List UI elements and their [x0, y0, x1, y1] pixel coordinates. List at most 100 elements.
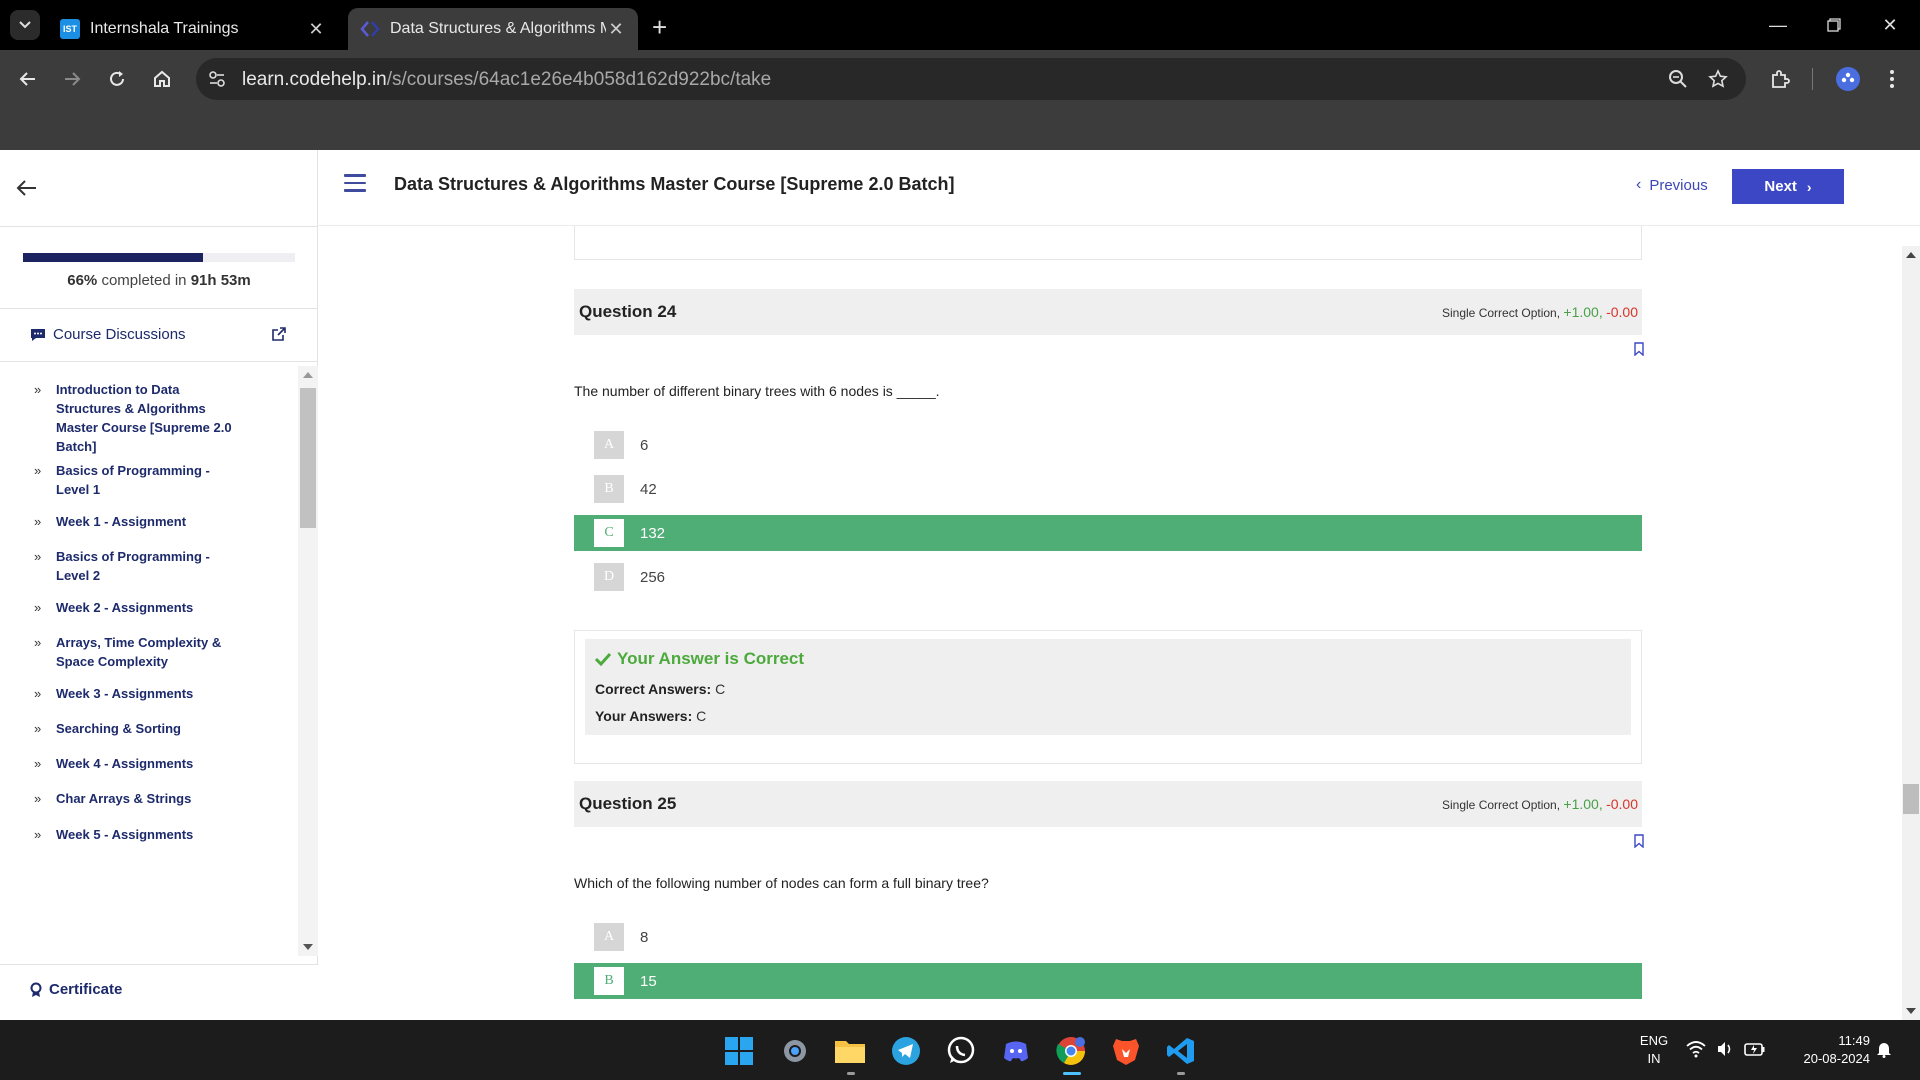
question-meta: Single Correct Option, +1.00, -0.00 [1442, 796, 1638, 812]
sidebar-section-item[interactable]: » Week 3 - Assignments [34, 684, 244, 703]
answer-result-box: Your Answer is Correct Correct Answers: … [574, 630, 1642, 764]
question-text: The number of different binary trees wit… [574, 383, 940, 399]
clock[interactable]: 11:49 20-08-2024 [1780, 1032, 1871, 1068]
external-link-icon[interactable] [270, 325, 288, 343]
sidebar-scrollbar[interactable] [298, 366, 318, 956]
browser-toolbar: learn.codehelp.in/s/courses/64ac1e26e4b0… [0, 50, 1920, 150]
sidebar-section-item[interactable]: » Introduction to Data Structures & Algor… [34, 380, 244, 456]
sidebar-section-item[interactable]: » Week 4 - Assignments [34, 754, 244, 773]
option-c-correct[interactable]: C 132 [574, 515, 1642, 551]
brave-icon[interactable] [1109, 1034, 1143, 1068]
restore-icon[interactable] [1806, 0, 1862, 50]
double-chevron-right-icon: » [34, 514, 42, 529]
double-chevron-right-icon: » [34, 600, 42, 615]
file-explorer-icon[interactable] [833, 1034, 867, 1068]
system-tray[interactable] [1686, 1040, 1766, 1058]
vscode-icon[interactable] [1164, 1034, 1198, 1068]
sidebar-section-item[interactable]: » Char Arrays & Strings [34, 789, 244, 808]
divider [0, 308, 318, 309]
scroll-down-arrow-icon[interactable] [303, 944, 313, 950]
progress-text: 66% completed in 91h 53m [67, 272, 251, 289]
hamburger-menu-icon[interactable] [344, 174, 366, 194]
volume-icon[interactable] [1716, 1040, 1734, 1058]
settings-icon[interactable] [778, 1034, 812, 1068]
chevron-right-icon: › [1806, 178, 1812, 195]
double-chevron-right-icon: » [34, 686, 42, 701]
back-arrow-icon[interactable] [12, 63, 44, 95]
tab-title: Internshala Trainings [90, 20, 239, 37]
new-tab-plus-icon[interactable]: + [652, 12, 667, 43]
address-bar[interactable]: learn.codehelp.in/s/courses/64ac1e26e4b0… [196, 58, 1746, 100]
tab-codehelp[interactable]: Data Structures & Algorithms M ✕ [348, 8, 638, 50]
tab-internshala[interactable]: IST Internshala Trainings ✕ [48, 8, 338, 50]
battery-icon[interactable] [1744, 1040, 1766, 1058]
option-b-correct[interactable]: B 15 [574, 963, 1642, 999]
internshala-favicon-icon: IST [60, 19, 80, 39]
divider [0, 361, 318, 362]
sidebar-section-item[interactable]: » Searching & Sorting [34, 719, 244, 738]
option-b[interactable]: B 42 [574, 471, 1642, 507]
next-button[interactable]: Next › [1732, 169, 1844, 204]
course-discussions-link[interactable]: Course Discussions [30, 326, 186, 343]
sidebar-section-item[interactable]: » Week 1 - Assignment [34, 512, 244, 531]
running-indicator [847, 1072, 855, 1075]
reload-icon[interactable] [101, 63, 133, 95]
url-text: learn.codehelp.in/s/courses/64ac1e26e4b0… [242, 69, 772, 90]
site-settings-icon[interactable] [208, 70, 226, 88]
chevron-left-icon: ‹ [1636, 176, 1642, 193]
zoom-icon[interactable] [1668, 69, 1688, 89]
windows-start-icon[interactable] [722, 1034, 756, 1068]
certificate-icon [30, 982, 42, 997]
sidebar-section-item[interactable]: » Week 2 - Assignments [34, 598, 244, 617]
tab-search-button[interactable] [10, 10, 40, 40]
discord-icon[interactable] [999, 1034, 1033, 1068]
chrome-icon[interactable] [1054, 1034, 1088, 1068]
telegram-icon[interactable] [889, 1034, 923, 1068]
scrollbar-thumb[interactable] [1903, 784, 1919, 814]
content-header: Data Structures & Algorithms Master Cour… [318, 150, 1920, 226]
course-player-page: 66% completed in 91h 53m Course Discussi… [0, 150, 1920, 1020]
certificate-link[interactable]: Certificate [29, 981, 122, 998]
wifi-icon[interactable] [1686, 1040, 1706, 1058]
previous-button[interactable]: ‹ Previous [1636, 176, 1708, 194]
question-meta: Single Correct Option, +1.00, -0.00 [1442, 304, 1638, 320]
home-icon[interactable] [146, 63, 178, 95]
quiz-content: Question 24 Single Correct Option, +1.00… [318, 226, 1902, 1020]
content-scrollbar[interactable] [1902, 246, 1920, 1020]
notification-bell-icon[interactable] [1876, 1040, 1892, 1063]
bookmark-icon[interactable] [1634, 342, 1644, 356]
extensions-icon[interactable] [1764, 63, 1796, 95]
whatsapp-icon[interactable] [944, 1034, 978, 1068]
option-d[interactable]: D 256 [574, 559, 1642, 595]
scroll-up-arrow-icon[interactable] [1906, 252, 1916, 258]
running-indicator [1177, 1072, 1185, 1075]
sidebar-section-item[interactable]: » Week 5 - Assignments [34, 825, 244, 844]
answer-result-panel: Your Answer is Correct Correct Answers: … [585, 639, 1631, 735]
bookmark-icon[interactable] [1634, 834, 1644, 848]
double-chevron-right-icon: » [34, 382, 42, 397]
minimize-icon[interactable]: — [1750, 0, 1806, 50]
close-icon[interactable]: ✕ [306, 19, 326, 40]
sidebar-section-item[interactable]: » Basics of Programming - Level 2 [34, 547, 244, 585]
scroll-down-arrow-icon[interactable] [1906, 1008, 1916, 1014]
question-header: Question 25 Single Correct Option, +1.00… [574, 781, 1642, 827]
back-arrow-icon[interactable] [14, 175, 40, 201]
scrollbar-thumb[interactable] [300, 388, 316, 528]
chevron-down-icon [19, 21, 31, 29]
question-label: Question 24 [579, 302, 677, 321]
browser-menu-icon[interactable] [1876, 63, 1908, 95]
option-a[interactable]: A8 [574, 919, 1642, 955]
window-close-icon[interactable]: ✕ [1862, 0, 1918, 50]
profile-avatar[interactable] [1832, 63, 1864, 95]
close-icon[interactable]: ✕ [606, 19, 626, 40]
progress-fill [23, 253, 203, 262]
option-a[interactable]: A6 [574, 427, 1642, 463]
scroll-up-arrow-icon[interactable] [303, 372, 313, 378]
sidebar-section-item[interactable]: » Arrays, Time Complexity & Space Complex… [34, 633, 244, 671]
result-title: Your Answer is Correct [595, 649, 804, 669]
forward-arrow-icon[interactable] [56, 63, 88, 95]
bookmark-star-icon[interactable] [1708, 69, 1728, 89]
input-language[interactable]: ENG IN [1634, 1032, 1674, 1068]
sidebar-section-item[interactable]: » Basics of Programming - Level 1 [34, 461, 244, 499]
correct-answers: Correct Answers: C [595, 681, 726, 697]
